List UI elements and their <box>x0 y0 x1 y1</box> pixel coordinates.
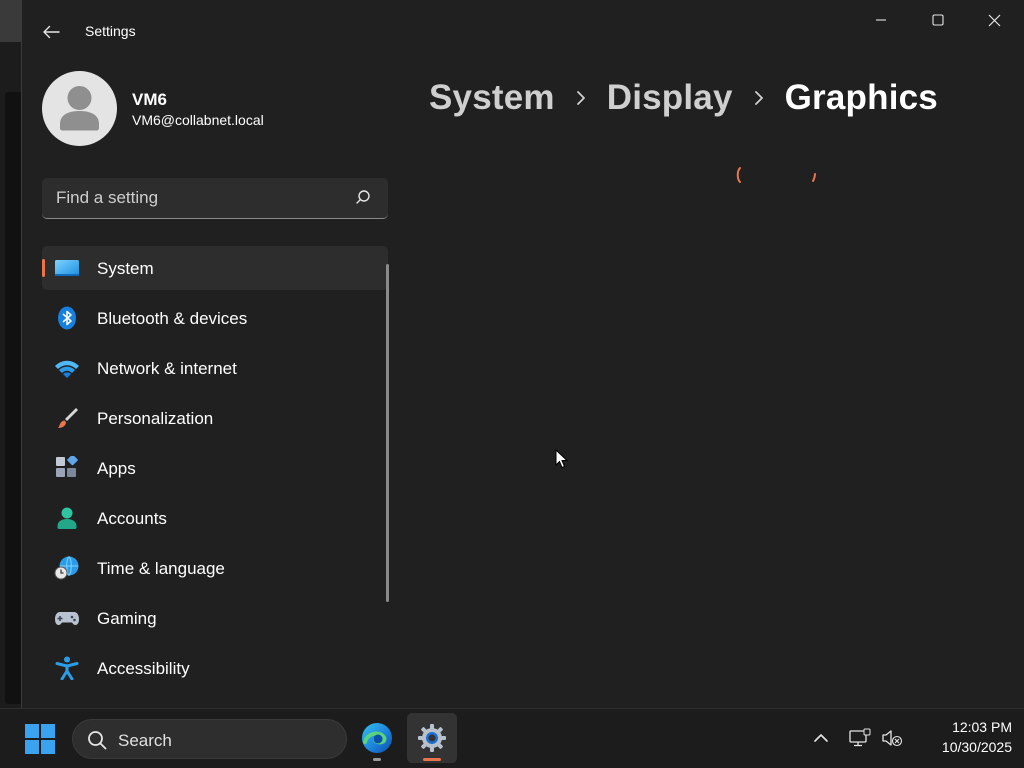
wifi-icon <box>55 360 79 378</box>
sidebar-item-label: Bluetooth & devices <box>97 309 248 328</box>
settings-window: Settings VM6 VM6@collabnet.local System <box>21 0 1024 708</box>
running-indicator <box>373 758 381 761</box>
sidebar-nav: System Bluetooth & devices Network & int… <box>42 246 388 706</box>
sidebar-item-label: Time & language <box>97 559 225 578</box>
sidebar-item-bluetooth[interactable]: Bluetooth & devices <box>42 296 388 340</box>
breadcrumb-item-system[interactable]: System <box>429 78 555 118</box>
close-icon <box>988 14 1001 26</box>
taskbar-search[interactable]: Search <box>72 719 347 759</box>
sidebar-item-system[interactable]: System <box>42 246 388 290</box>
sidebar-item-gaming[interactable]: Gaming <box>42 596 388 640</box>
background-window <box>0 0 22 708</box>
person-icon <box>57 507 77 529</box>
sidebar-item-label: Gaming <box>97 609 157 628</box>
taskbar-search-label: Search <box>118 731 172 750</box>
minimize-button[interactable] <box>852 0 909 40</box>
sidebar-item-time-language[interactable]: Time & language <box>42 546 388 590</box>
account-name: VM6 <box>132 90 167 109</box>
sidebar-item-apps[interactable]: Apps <box>42 446 388 490</box>
sidebar-item-label: Network & internet <box>97 359 237 378</box>
sidebar-item-accounts[interactable]: Accounts <box>42 496 388 540</box>
account-email: VM6@collabnet.local <box>132 112 264 128</box>
gear-icon <box>418 724 446 752</box>
sidebar-item-label: Accounts <box>97 509 167 528</box>
bluetooth-icon <box>58 306 76 330</box>
sidebar-item-label: Accessibility <box>97 659 190 678</box>
chevron-right-icon <box>555 78 607 118</box>
volume-muted-icon <box>882 730 903 747</box>
title-bar[interactable]: Settings <box>22 0 1024 62</box>
volume-button[interactable] <box>877 723 907 753</box>
apps-icon <box>56 456 78 477</box>
breadcrumb-item-display[interactable]: Display <box>607 78 733 118</box>
back-button[interactable] <box>36 18 66 46</box>
windows-logo-icon <box>25 724 55 754</box>
back-arrow-icon <box>43 25 60 39</box>
sidebar-item-accessibility[interactable]: Accessibility <box>42 646 388 690</box>
search-icon[interactable] <box>356 189 374 207</box>
sidebar-item-network[interactable]: Network & internet <box>42 346 388 390</box>
find-setting-box[interactable] <box>42 178 388 219</box>
show-hidden-icons-button[interactable] <box>806 723 836 753</box>
sidebar-item-label: System <box>97 259 154 278</box>
network-icon <box>849 728 871 747</box>
chevron-up-icon <box>814 734 828 742</box>
clock[interactable]: 12:03 PM 10/30/2025 <box>912 717 1012 757</box>
active-indicator <box>423 758 441 761</box>
clock-date: 10/30/2025 <box>941 739 1012 755</box>
taskbar-app-settings[interactable] <box>407 713 457 763</box>
background-window-titlebar <box>0 0 22 42</box>
sidebar-item-label: Personalization <box>97 409 214 428</box>
breadcrumb: System Display Graphics <box>429 74 938 122</box>
start-button[interactable] <box>18 719 62 759</box>
avatar[interactable] <box>42 71 117 146</box>
globe-clock-icon <box>54 556 79 580</box>
maximize-button[interactable] <box>909 0 966 40</box>
find-setting-input[interactable] <box>42 178 342 217</box>
taskbar: Search 12:03 PM 10/30/2025 <box>0 708 1024 768</box>
sidebar-scrollbar[interactable] <box>386 264 389 602</box>
gamepad-icon <box>55 612 79 625</box>
mouse-cursor-icon <box>555 449 569 469</box>
person-icon <box>60 86 99 131</box>
breadcrumb-item-graphics: Graphics <box>784 78 938 117</box>
minimize-icon <box>875 19 886 21</box>
selection-indicator <box>42 259 45 277</box>
accessibility-icon <box>55 656 79 680</box>
maximize-icon <box>931 14 944 26</box>
chevron-right-icon <box>733 78 785 118</box>
monitor-icon <box>55 260 79 276</box>
loading-spinner-icon <box>736 167 816 183</box>
paintbrush-icon <box>58 408 78 428</box>
app-title: Settings <box>85 23 136 39</box>
network-status-button[interactable] <box>845 723 875 753</box>
search-icon <box>88 731 107 750</box>
edge-icon <box>362 723 392 753</box>
sidebar-item-label: Apps <box>97 459 136 478</box>
close-button[interactable] <box>966 0 1023 40</box>
background-window-panel <box>5 92 22 704</box>
taskbar-app-edge[interactable] <box>352 713 402 763</box>
sidebar-item-personalization[interactable]: Personalization <box>42 396 388 440</box>
clock-time: 12:03 PM <box>952 719 1012 735</box>
